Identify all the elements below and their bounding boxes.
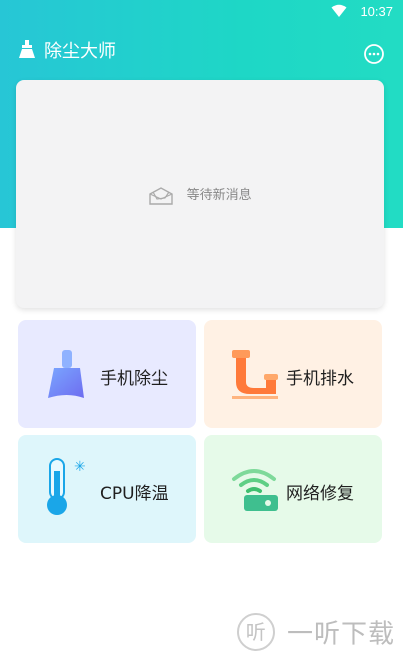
- message-panel: 等待新消息: [16, 80, 384, 308]
- empty-message-state: 等待新消息: [16, 184, 384, 206]
- app-title: 除尘大师: [44, 41, 116, 62]
- drain-pipe-icon: [230, 348, 280, 404]
- watermark: 听 一听下载: [236, 613, 395, 653]
- tool-label: 手机排水: [286, 369, 354, 389]
- watermark-badge: 听: [236, 613, 275, 651]
- app-logo-icon: [16, 38, 38, 60]
- tool-label: 手机除尘: [100, 369, 168, 389]
- status-time: 10:37: [360, 4, 393, 19]
- tool-card-cpu-cool[interactable]: ✳ CPU降温: [18, 435, 196, 543]
- empty-message-text: 等待新消息: [186, 188, 252, 203]
- wifi-router-icon: [230, 463, 280, 517]
- app-header: 除尘大师: [0, 30, 403, 70]
- svg-text:✳: ✳: [74, 459, 86, 475]
- tool-card-phone-clean[interactable]: 手机除尘: [18, 320, 196, 428]
- broom-icon: [44, 348, 90, 404]
- thermometer-icon: ✳: [44, 458, 90, 527]
- tool-card-network-repair[interactable]: 网络修复: [204, 435, 382, 543]
- message-chat-icon[interactable]: [363, 43, 385, 65]
- tool-card-phone-drain[interactable]: 手机排水: [204, 320, 382, 428]
- tool-label: CPU降温: [100, 484, 169, 504]
- envelope-icon: [148, 186, 186, 205]
- tool-label: 网络修复: [286, 484, 354, 504]
- watermark-text: 一听下载: [286, 619, 395, 650]
- wifi-signal-icon: [331, 4, 347, 22]
- status-bar: 10:37: [0, 0, 403, 24]
